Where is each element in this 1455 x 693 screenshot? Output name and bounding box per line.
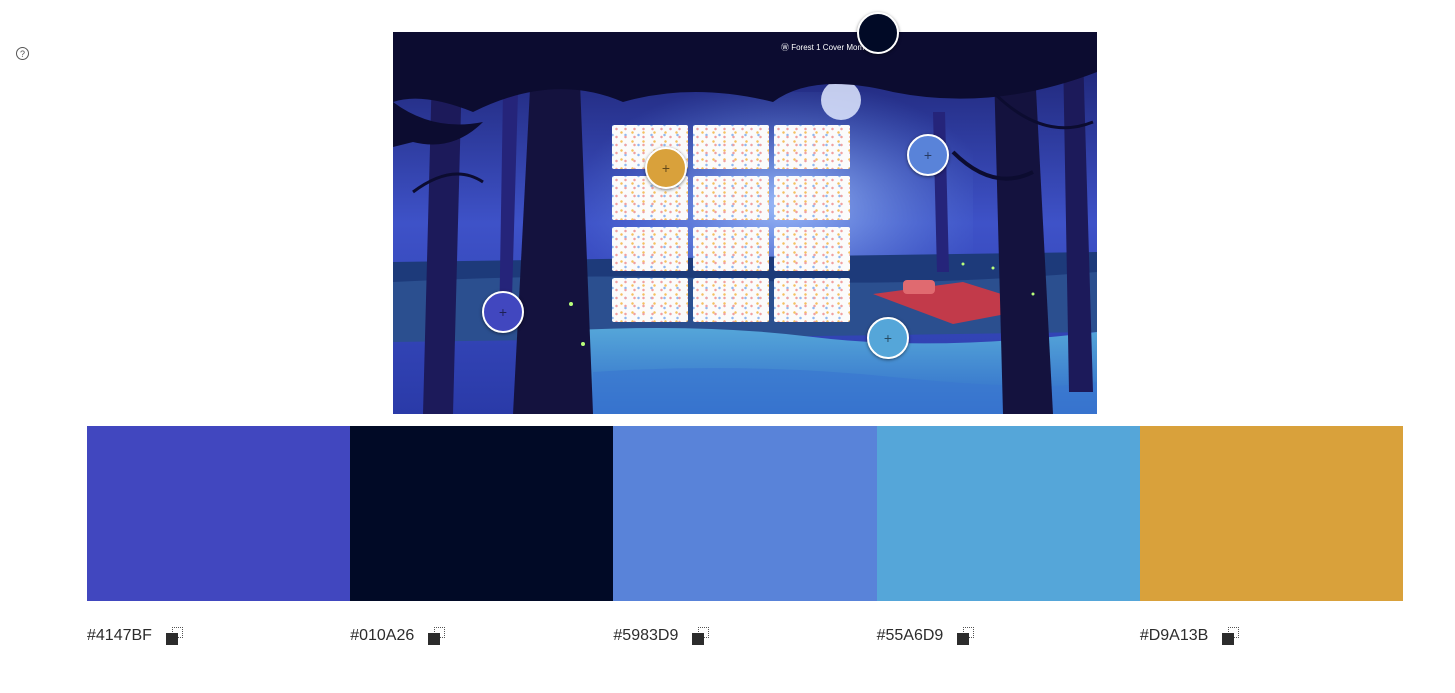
thumbnail-tile — [612, 278, 688, 322]
picker-gold[interactable]: + — [645, 147, 687, 189]
picker-glyph: + — [923, 147, 933, 163]
thumbnail-tile — [612, 227, 688, 271]
thumbnail-tile — [774, 278, 850, 322]
copy-icon[interactable] — [165, 627, 186, 645]
picker-indigo[interactable]: + — [482, 291, 524, 333]
thumbnail-tile — [693, 227, 769, 271]
color-swatch[interactable] — [350, 426, 614, 601]
thumbnail-grid — [612, 125, 850, 322]
hex-item: #55A6D9 — [877, 627, 1140, 645]
copy-icon[interactable] — [428, 627, 448, 645]
hex-code-label: #55A6D9 — [876, 627, 944, 644]
thumbnail-tile — [693, 125, 769, 169]
forest-scene-image: Ⓦ Forest 1 Cover Moment — [393, 32, 1097, 414]
hex-code-label: #D9A13B — [1139, 627, 1209, 644]
hex-code-label: #010A26 — [350, 627, 415, 644]
hex-code-label: #5983D9 — [613, 627, 679, 644]
color-swatch[interactable] — [1139, 426, 1404, 601]
palette-swatches — [87, 426, 1404, 601]
copy-icon[interactable] — [957, 627, 977, 645]
color-swatch[interactable] — [87, 426, 351, 601]
hex-item: #D9A13B — [1140, 627, 1403, 645]
thumbnail-tile — [693, 176, 769, 220]
picker-sky[interactable]: + — [867, 317, 909, 359]
thumbnail-tile — [774, 125, 850, 169]
hex-item: #010A26 — [350, 627, 613, 645]
thumbnail-tile — [693, 278, 769, 322]
copy-icon[interactable] — [692, 627, 712, 645]
thumbnail-tile — [774, 227, 850, 271]
picker-glyph: + — [883, 330, 893, 346]
picker-glyph: + — [661, 160, 671, 176]
hex-code-row: #4147BF #010A26 #5983D9 #55A6D9 #D9A13B — [87, 627, 1403, 645]
hex-code-label: #4147BF — [87, 627, 152, 644]
thumbnail-tile — [774, 176, 850, 220]
color-swatch[interactable] — [613, 426, 877, 601]
picker-navy[interactable] — [857, 12, 899, 54]
hex-item: #4147BF — [87, 627, 350, 645]
source-image: Ⓦ Forest 1 Cover Moment + + + + — [393, 12, 1097, 414]
color-swatch[interactable] — [876, 426, 1140, 601]
hex-item: #5983D9 — [613, 627, 876, 645]
picker-glyph: + — [498, 304, 508, 320]
picker-cornflower[interactable]: + — [907, 134, 949, 176]
copy-icon[interactable] — [1222, 627, 1242, 645]
help-icon[interactable]: ? — [16, 47, 29, 60]
